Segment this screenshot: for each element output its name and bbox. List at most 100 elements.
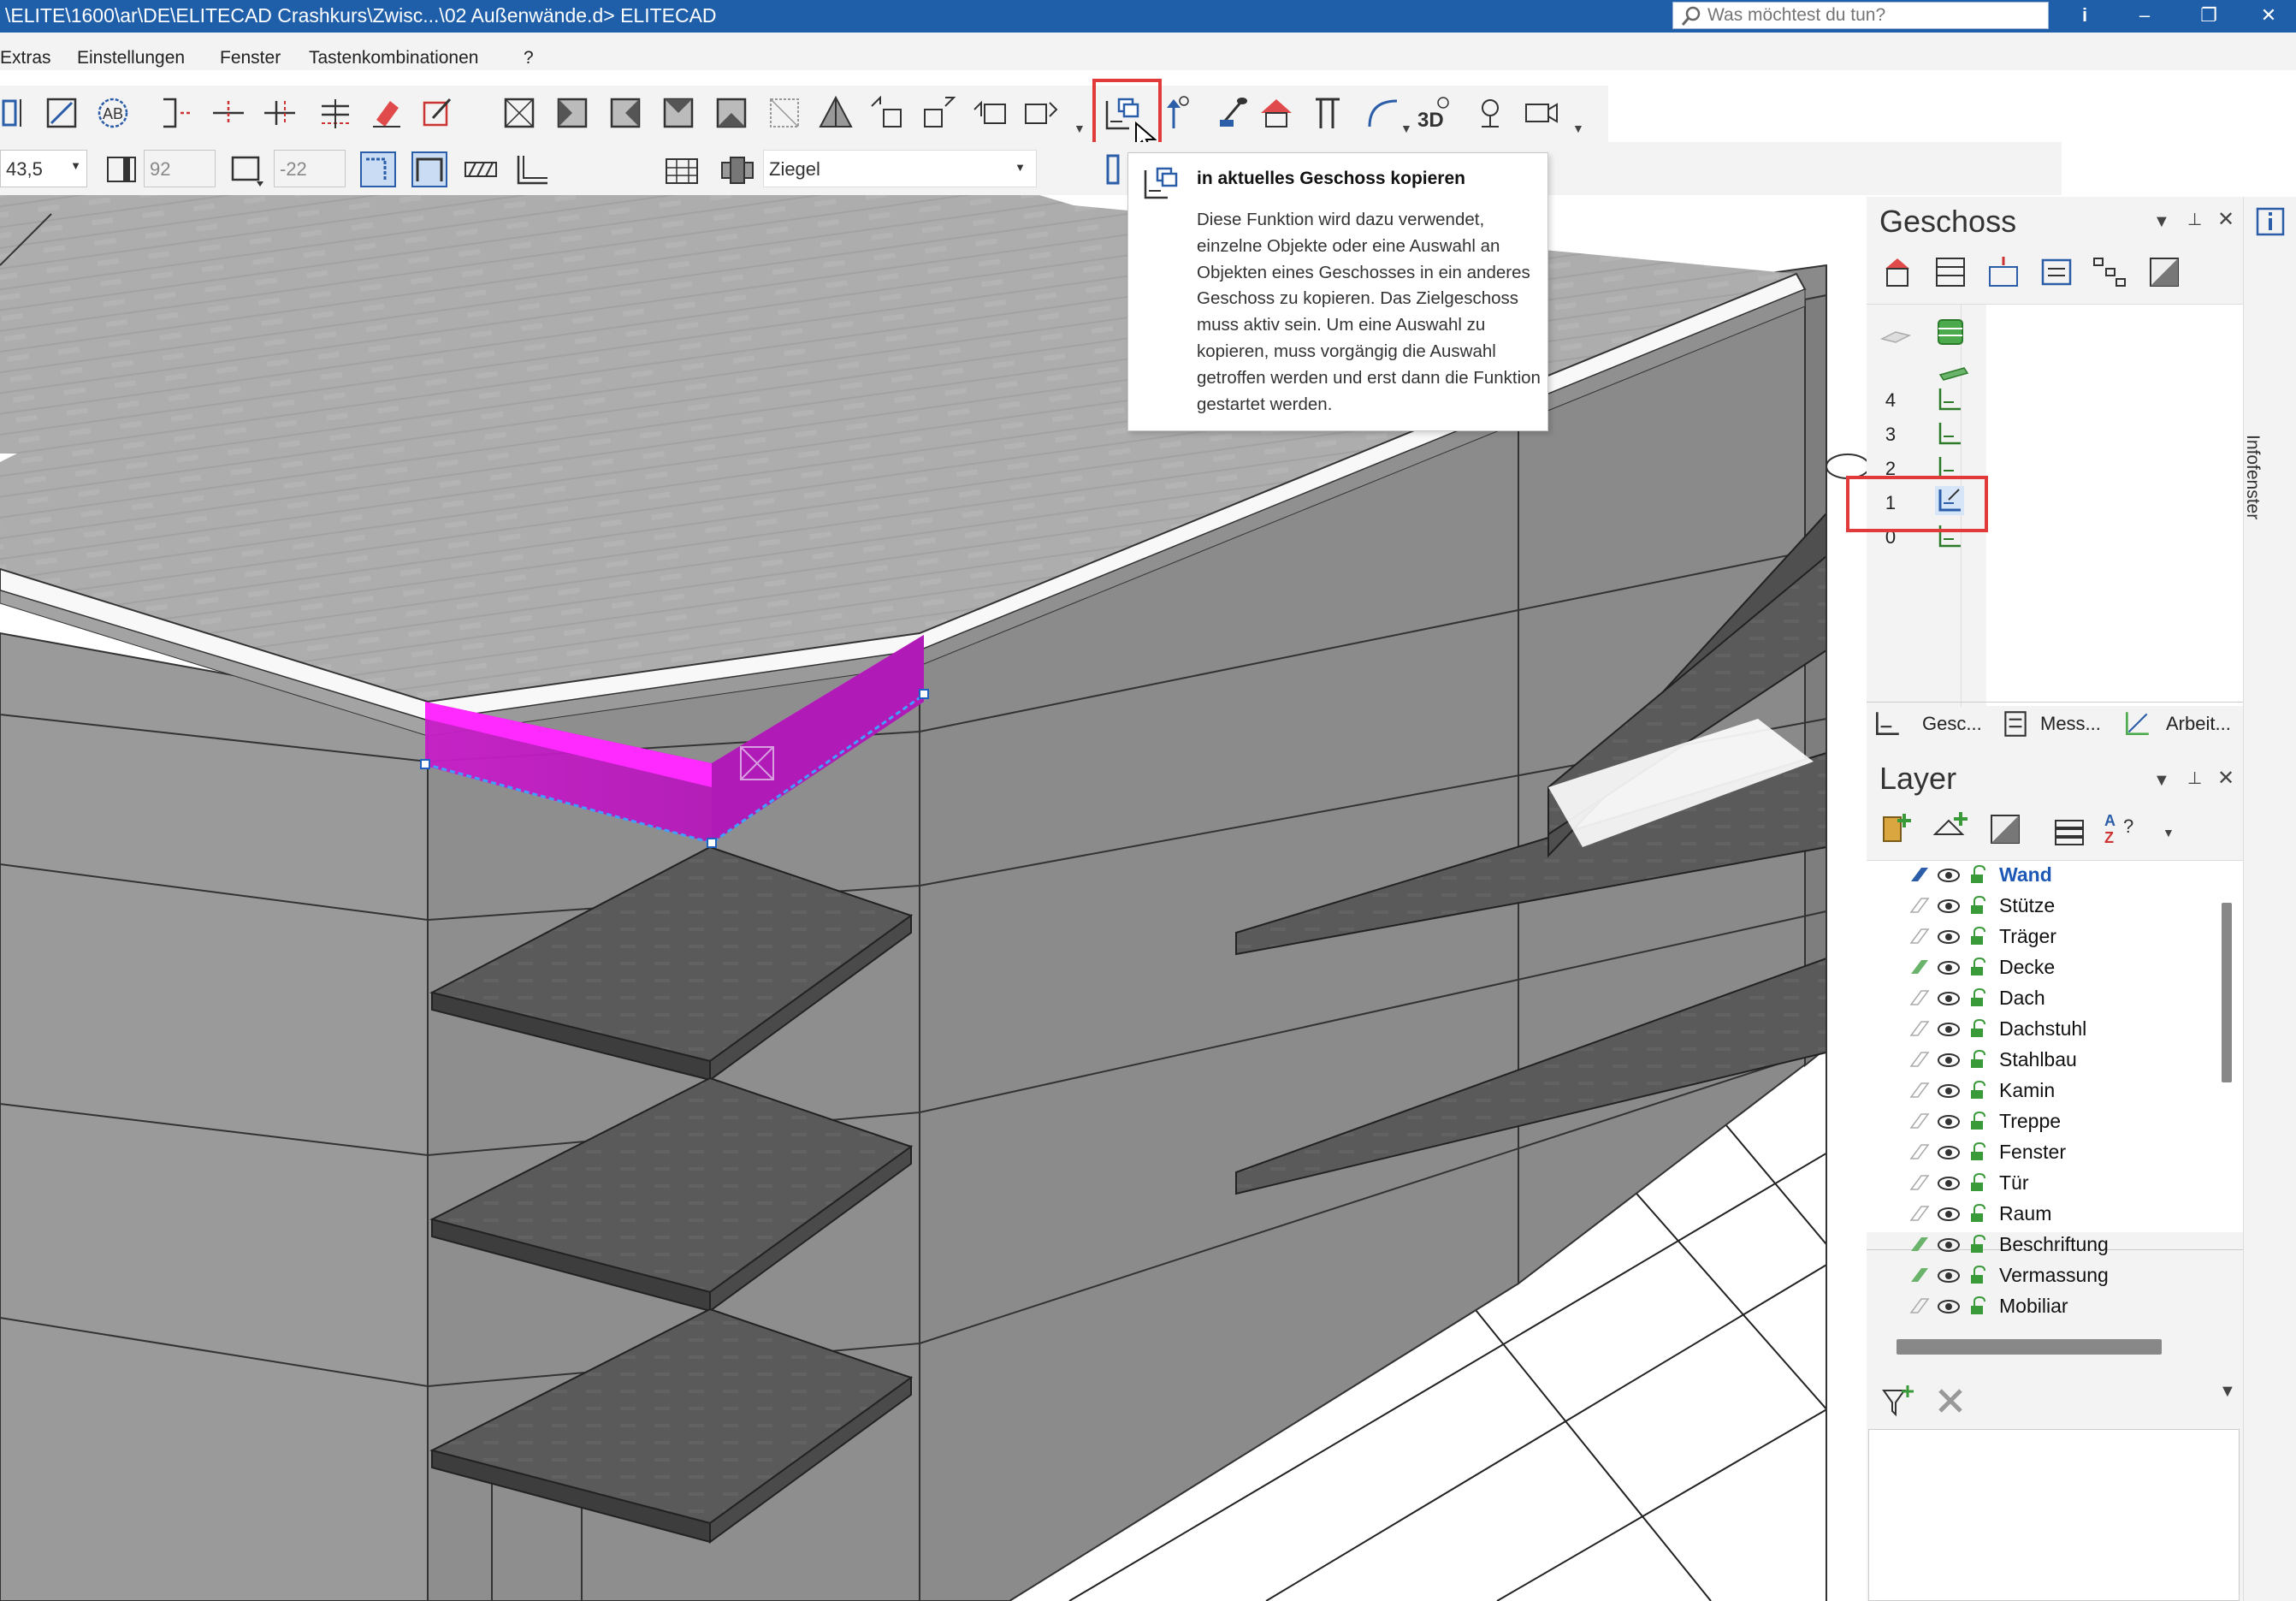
- menu-help[interactable]: ?: [524, 48, 534, 68]
- floor-list-icon[interactable]: [1932, 253, 1969, 291]
- camera-icon[interactable]: [1523, 94, 1560, 132]
- lock-icon[interactable]: [1969, 1172, 1988, 1193]
- eye-icon[interactable]: [1937, 1020, 1961, 1039]
- layer-list-icon[interactable]: [2050, 814, 2088, 851]
- menu-extras[interactable]: Extras: [0, 48, 51, 68]
- floor-number[interactable]: 3: [1882, 424, 1899, 446]
- layer-row-fenster[interactable]: Fenster: [1909, 1138, 2217, 1169]
- lock-icon[interactable]: [1969, 1296, 1988, 1316]
- dropdown-arrow-icon[interactable]: ▼: [1400, 122, 1412, 135]
- eye-icon[interactable]: [1937, 928, 1961, 946]
- box-tool-3-icon[interactable]: [607, 94, 644, 132]
- infofenster-side-tab[interactable]: Infofenster: [2243, 197, 2296, 1601]
- lock-icon[interactable]: [1969, 1234, 1988, 1254]
- layer-state-icon[interactable]: [1909, 1265, 1930, 1285]
- menu-fenster[interactable]: Fenster: [220, 48, 281, 68]
- roof-icon[interactable]: [1257, 94, 1295, 132]
- move-up-icon[interactable]: [868, 94, 906, 132]
- hatch-icon[interactable]: [462, 151, 500, 188]
- layer-state-icon[interactable]: [1909, 1080, 1930, 1100]
- modify-icon[interactable]: [419, 94, 457, 132]
- box-tool-4-icon[interactable]: [660, 94, 697, 132]
- layer-row-mobiliar[interactable]: Mobiliar: [1909, 1292, 2217, 1323]
- offset-field[interactable]: -22: [274, 150, 346, 187]
- pyramid-icon[interactable]: [817, 94, 855, 132]
- section-icon[interactable]: [2145, 253, 2183, 291]
- paint-brush-icon[interactable]: [1215, 94, 1252, 132]
- layer-row-raum[interactable]: Raum: [1909, 1200, 2217, 1230]
- layer-row-beschriftung[interactable]: Beschriftung: [1909, 1230, 2217, 1261]
- thickness-field[interactable]: 92: [144, 150, 216, 187]
- layer-row-tuer[interactable]: Tür: [1909, 1169, 2217, 1200]
- minimize-button[interactable]: –: [2121, 0, 2168, 33]
- layer-new-icon[interactable]: [1932, 809, 1969, 846]
- restore-button[interactable]: ❐: [2186, 0, 2232, 33]
- floor-icon[interactable]: [1935, 385, 1964, 414]
- eye-icon[interactable]: [1937, 989, 1961, 1008]
- eraser-icon[interactable]: [368, 94, 405, 132]
- panel-close-icon[interactable]: ✕: [2217, 766, 2234, 791]
- layer-state-icon[interactable]: [1909, 926, 1930, 946]
- wall-join-icon[interactable]: [411, 151, 448, 188]
- eye-icon[interactable]: [1937, 897, 1961, 916]
- eye-icon[interactable]: [1937, 1297, 1961, 1316]
- lock-icon[interactable]: [1969, 926, 1988, 946]
- view-3d-icon[interactable]: 3D: [1416, 94, 1453, 132]
- floor-add-icon[interactable]: [1985, 253, 2022, 291]
- eye-icon[interactable]: [1937, 1051, 1961, 1070]
- pin-icon[interactable]: ⊥: [2187, 768, 2202, 789]
- eye-icon[interactable]: [1937, 958, 1961, 977]
- lock-icon[interactable]: [1969, 895, 1988, 916]
- arc-icon[interactable]: [1364, 94, 1402, 132]
- layer-folder-icon[interactable]: [1879, 809, 1916, 846]
- extend-icon[interactable]: [261, 94, 299, 132]
- eye-icon[interactable]: [1937, 866, 1961, 885]
- layer-scrollbar-v[interactable]: [2222, 903, 2232, 1082]
- box-tool-1-icon[interactable]: [500, 94, 538, 132]
- layer-row-dach[interactable]: Dach: [1909, 984, 2217, 1015]
- building-icon[interactable]: [1879, 253, 1916, 291]
- height-field[interactable]: 43,5 ▼: [0, 150, 87, 187]
- edit-wall-icon[interactable]: [43, 94, 80, 132]
- layer-row-dachstuhl[interactable]: Dachstuhl: [1909, 1015, 2217, 1046]
- layer-row-decke[interactable]: Decke: [1909, 953, 2217, 984]
- layer-state-icon[interactable]: [1909, 1111, 1930, 1131]
- lock-icon[interactable]: [1969, 1141, 1988, 1162]
- layer-active-icon[interactable]: [1909, 864, 1930, 885]
- tab-messung[interactable]: Mess...: [2040, 713, 2101, 735]
- offset-icon[interactable]: [317, 94, 354, 132]
- material-wall-icon[interactable]: [663, 151, 701, 188]
- tab-arbeitsebene[interactable]: Arbeit...: [2166, 713, 2231, 735]
- eye-icon[interactable]: [1937, 1082, 1961, 1100]
- layer-row-treppe[interactable]: Treppe: [1909, 1107, 2217, 1138]
- trim-icon[interactable]: [158, 94, 196, 132]
- tree-structure-icon[interactable]: [2091, 253, 2128, 291]
- layer-state-icon[interactable]: [1909, 1234, 1930, 1254]
- layer-state-icon[interactable]: [1909, 895, 1930, 916]
- filter-add-icon[interactable]: [1879, 1382, 1916, 1420]
- move-right-icon[interactable]: [920, 94, 957, 132]
- sort-az-icon[interactable]: AZ?: [2103, 809, 2140, 846]
- layer-row-stuetze[interactable]: Stütze: [1909, 892, 2217, 922]
- lock-icon[interactable]: [1969, 864, 1988, 885]
- filter-menu-arrow-icon[interactable]: ▼: [2219, 1382, 2236, 1402]
- ab-icon[interactable]: AB: [94, 94, 132, 132]
- eye-icon[interactable]: [1937, 1112, 1961, 1131]
- floor-icon[interactable]: [1935, 419, 1964, 448]
- layer-state-icon[interactable]: [1909, 1203, 1930, 1224]
- material-select[interactable]: Ziegel ▼: [763, 150, 1037, 187]
- lock-icon[interactable]: [1969, 1111, 1988, 1131]
- layer-state-icon[interactable]: [1909, 1172, 1930, 1193]
- eye-icon[interactable]: [1937, 1236, 1961, 1254]
- search-input[interactable]: [1707, 4, 2041, 27]
- layer-state-icon[interactable]: [1909, 1018, 1930, 1039]
- layer-section-icon[interactable]: [1986, 810, 2024, 848]
- layer-row-traeger[interactable]: Träger: [1909, 922, 2217, 953]
- layer-state-icon[interactable]: [1909, 1049, 1930, 1070]
- layer-row-stahlbau[interactable]: Stahlbau: [1909, 1046, 2217, 1076]
- filter-remove-icon[interactable]: [1932, 1382, 1969, 1420]
- lock-icon[interactable]: [1969, 987, 1988, 1008]
- lock-icon[interactable]: [1969, 1265, 1988, 1285]
- split-icon[interactable]: [210, 94, 247, 132]
- panel-menu-arrow-icon[interactable]: ▼: [2153, 771, 2170, 791]
